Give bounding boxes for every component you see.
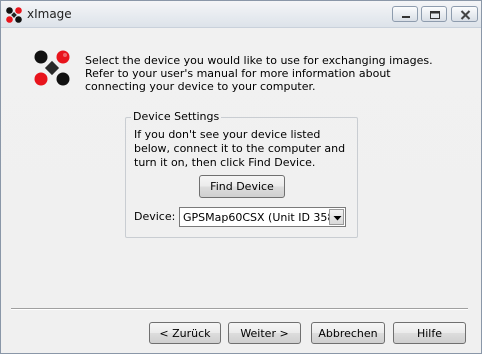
wizard-window: xImage Select the device you would like … bbox=[0, 0, 482, 354]
title-bar[interactable]: xImage bbox=[1, 1, 481, 28]
minimize-button[interactable] bbox=[392, 6, 418, 22]
close-icon bbox=[460, 10, 471, 20]
device-settings-legend: Device Settings bbox=[131, 110, 222, 123]
next-button[interactable]: Weiter > bbox=[228, 322, 301, 344]
chevron-down-icon bbox=[333, 216, 342, 221]
help-button[interactable]: Hilfe bbox=[393, 322, 466, 344]
cancel-button[interactable]: Abbrechen bbox=[311, 322, 385, 344]
find-device-button[interactable]: Find Device bbox=[199, 175, 285, 198]
window-title: xImage bbox=[27, 7, 72, 21]
close-button[interactable] bbox=[451, 6, 478, 22]
device-select[interactable]: GPSMap60CSX (Unit ID 3584731 bbox=[179, 207, 346, 227]
intro-text: Select the device you would like to use … bbox=[85, 54, 433, 93]
footer-separator bbox=[11, 308, 468, 310]
maximize-icon bbox=[430, 11, 440, 19]
device-label: Device: bbox=[134, 210, 176, 223]
device-help-text: If you don't see your device listed belo… bbox=[134, 128, 346, 169]
ximage-logo-icon bbox=[34, 50, 70, 86]
dropdown-arrow-button[interactable] bbox=[329, 209, 344, 225]
maximize-button[interactable] bbox=[421, 6, 447, 22]
ximage-app-icon bbox=[6, 7, 22, 23]
minimize-icon bbox=[402, 16, 410, 18]
back-button[interactable]: < Zurück bbox=[149, 322, 221, 344]
device-select-value: GPSMap60CSX (Unit ID 3584731 bbox=[183, 211, 330, 224]
